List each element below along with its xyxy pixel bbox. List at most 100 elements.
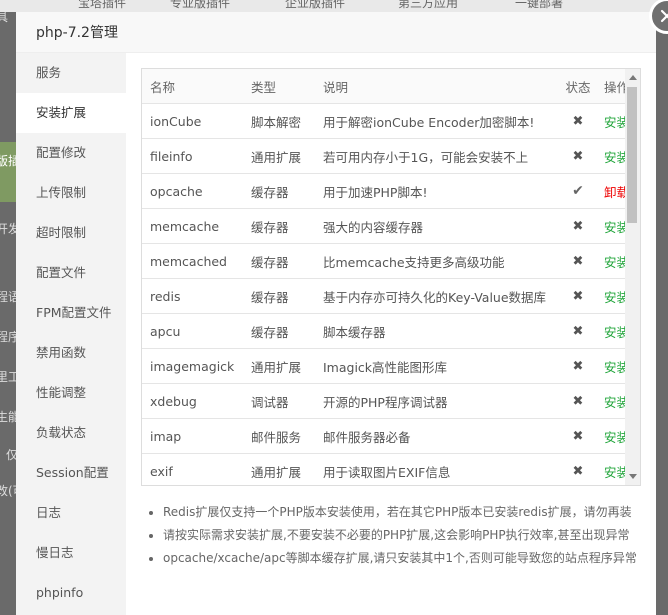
extension-type: 缓存器 bbox=[243, 208, 315, 244]
cross-icon: ✖ bbox=[572, 394, 584, 409]
extension-status: ✖ bbox=[558, 278, 598, 314]
extension-status: ✖ bbox=[558, 453, 598, 485]
extension-desc: 若可用内存小于1G，可能会安装不上 bbox=[315, 138, 558, 174]
extension-status: ✖ bbox=[558, 383, 598, 419]
extensions-table-container[interactable]: 名称 类型 说明 状态 操作 ionCube 脚本解密 用于解密ionCube En… bbox=[141, 68, 641, 486]
background-green-block bbox=[0, 142, 16, 202]
sidebar-item-load-status[interactable]: 负载状态 bbox=[16, 413, 126, 453]
extension-name: redis bbox=[142, 278, 243, 314]
extension-desc: 脚本缓存器 bbox=[315, 313, 558, 349]
extension-name: apcu bbox=[142, 313, 243, 349]
extension-type: 缓存器 bbox=[243, 173, 315, 209]
table-row: imap 邮件服务 邮件服务器必备 ✖ 安装 bbox=[142, 418, 640, 454]
background-text: 仅 bbox=[6, 448, 16, 462]
extension-status: ✖ bbox=[558, 208, 598, 244]
extension-desc: 基于内存亦可持久化的Key-Value数据库 bbox=[315, 278, 558, 314]
check-icon: ✔ bbox=[572, 183, 584, 199]
php-manage-dialog: php-7.2管理 服务 安装扩展 配置修改 上传限制 超时限制 配置文件 FP… bbox=[16, 0, 668, 615]
extension-type: 邮件服务 bbox=[243, 418, 315, 454]
extension-desc: 邮件服务器必备 bbox=[315, 418, 558, 454]
extension-type: 通用扩展 bbox=[243, 453, 315, 485]
table-row: memcached 缓存器 比memcache支持更多高级功能 ✖ 安装 bbox=[142, 243, 640, 279]
extension-type: 脚本解密 bbox=[243, 103, 315, 139]
extension-status: ✖ bbox=[558, 313, 598, 349]
extension-status: ✖ bbox=[558, 138, 598, 174]
header-type: 类型 bbox=[243, 69, 315, 104]
cross-icon: ✖ bbox=[572, 219, 584, 234]
extension-name: fileinfo bbox=[142, 138, 243, 174]
extension-name: exif bbox=[142, 453, 243, 485]
note-item: 请按实际需求安装扩展,不要安装不必要的PHP扩展,这会影响PHP执行效率,甚至出… bbox=[163, 524, 668, 547]
extension-desc: 用于解密ionCube Encoder加密脚本! bbox=[315, 103, 558, 139]
table-header-row: 名称 类型 说明 状态 操作 bbox=[142, 69, 640, 104]
table-row: opcache 缓存器 用于加速PHP脚本! ✔ 卸载 bbox=[142, 173, 640, 209]
background-tab: 一键部署 bbox=[515, 0, 564, 10]
scroll-down-arrow-icon[interactable] bbox=[629, 474, 637, 479]
extension-type: 缓存器 bbox=[243, 313, 315, 349]
background-left-strip: 具 版插 开发 程语 程序 里工 生能 仅 改(可 bbox=[0, 12, 16, 615]
extension-desc: 强大的内容缓存器 bbox=[315, 208, 558, 244]
sidebar-item-disabled-functions[interactable]: 禁用函数 bbox=[16, 333, 126, 373]
extension-type: 缓存器 bbox=[243, 243, 315, 279]
extension-type: 通用扩展 bbox=[243, 138, 315, 174]
extension-name: opcache bbox=[142, 173, 243, 209]
extension-desc: 比memcache支持更多高级功能 bbox=[315, 243, 558, 279]
sidebar-item-config-file[interactable]: 配置文件 bbox=[16, 253, 126, 293]
cross-icon: ✖ bbox=[572, 464, 584, 479]
cross-icon: ✖ bbox=[572, 359, 584, 374]
close-icon bbox=[660, 9, 668, 23]
extension-status: ✖ bbox=[558, 243, 598, 279]
background-text: 开发 bbox=[0, 222, 16, 236]
background-tab: 第三方应用 bbox=[398, 0, 459, 10]
extension-status: ✖ bbox=[558, 103, 598, 139]
dialog-header: php-7.2管理 bbox=[16, 12, 656, 53]
background-text: 具 bbox=[0, 12, 9, 24]
scroll-thumb[interactable] bbox=[627, 87, 637, 223]
extension-type: 调试器 bbox=[243, 383, 315, 419]
sidebar-item-slow-log[interactable]: 慢日志 bbox=[16, 533, 126, 573]
sidebar-item-phpinfo[interactable]: phpinfo bbox=[16, 573, 126, 613]
background-text: 里工 bbox=[0, 370, 16, 384]
cross-icon: ✖ bbox=[572, 324, 584, 339]
sidebar-item-install-extensions[interactable]: 安装扩展 bbox=[16, 93, 126, 133]
extension-name: imagemagick bbox=[142, 348, 243, 384]
header-desc: 说明 bbox=[315, 69, 558, 104]
table-row: ionCube 脚本解密 用于解密ionCube Encoder加密脚本! ✖ 安装 bbox=[142, 103, 640, 139]
dialog-title: php-7.2管理 bbox=[36, 25, 118, 41]
extension-type: 缓存器 bbox=[243, 278, 315, 314]
extensions-table: 名称 类型 说明 状态 操作 ionCube 脚本解密 用于解密ionCube En… bbox=[142, 69, 640, 485]
extension-status: ✔ bbox=[558, 173, 598, 209]
cross-icon: ✖ bbox=[572, 429, 584, 444]
header-status: 状态 bbox=[558, 69, 598, 104]
extension-status: ✖ bbox=[558, 348, 598, 384]
extension-desc: 用于加速PHP脚本! bbox=[315, 173, 558, 209]
sidebar-item-service[interactable]: 服务 bbox=[16, 53, 126, 93]
table-scrollbar[interactable] bbox=[625, 69, 640, 485]
table-body: ionCube 脚本解密 用于解密ionCube Encoder加密脚本! ✖ 安装 fi… bbox=[142, 103, 640, 485]
extension-name: imap bbox=[142, 418, 243, 454]
sidebar-item-fpm-config[interactable]: FPM配置文件 bbox=[16, 293, 126, 333]
background-text: 版插 bbox=[0, 154, 16, 168]
table-row: imagemagick 通用扩展 Imagick高性能图形库 ✖ 安装 bbox=[142, 348, 640, 384]
extension-name: memcache bbox=[142, 208, 243, 244]
cross-icon: ✖ bbox=[572, 289, 584, 304]
extension-name: memcached bbox=[142, 243, 243, 279]
sidebar-item-performance[interactable]: 性能调整 bbox=[16, 373, 126, 413]
background-text: 程序 bbox=[0, 330, 16, 344]
note-item: Redis扩展仅支持一个PHP版本安装使用，若在其它PHP版本已安装redis扩… bbox=[163, 501, 668, 524]
sidebar-item-upload-limit[interactable]: 上传限制 bbox=[16, 173, 126, 213]
sidebar-item-session[interactable]: Session配置 bbox=[16, 453, 126, 493]
sidebar-item-log[interactable]: 日志 bbox=[16, 493, 126, 533]
sidebar-item-config-edit[interactable]: 配置修改 bbox=[16, 133, 126, 173]
extension-desc: Imagick高性能图形库 bbox=[315, 348, 558, 384]
notes-list: Redis扩展仅支持一个PHP版本安装使用，若在其它PHP版本已安装redis扩… bbox=[141, 501, 668, 570]
background-tab: 宝塔插件 bbox=[78, 0, 127, 10]
dialog-sidebar: 服务 安装扩展 配置修改 上传限制 超时限制 配置文件 FPM配置文件 禁用函数… bbox=[16, 53, 126, 615]
extension-desc: 用于读取图片EXIF信息 bbox=[315, 453, 558, 485]
background-tab: 专业版插件 bbox=[170, 0, 231, 10]
sidebar-item-timeout-limit[interactable]: 超时限制 bbox=[16, 213, 126, 253]
table-row: fileinfo 通用扩展 若可用内存小于1G，可能会安装不上 ✖ 安装 bbox=[142, 138, 640, 174]
background-text: 改(可 bbox=[0, 484, 16, 498]
scroll-up-arrow-icon[interactable] bbox=[629, 75, 637, 80]
extension-name: xdebug bbox=[142, 383, 243, 419]
